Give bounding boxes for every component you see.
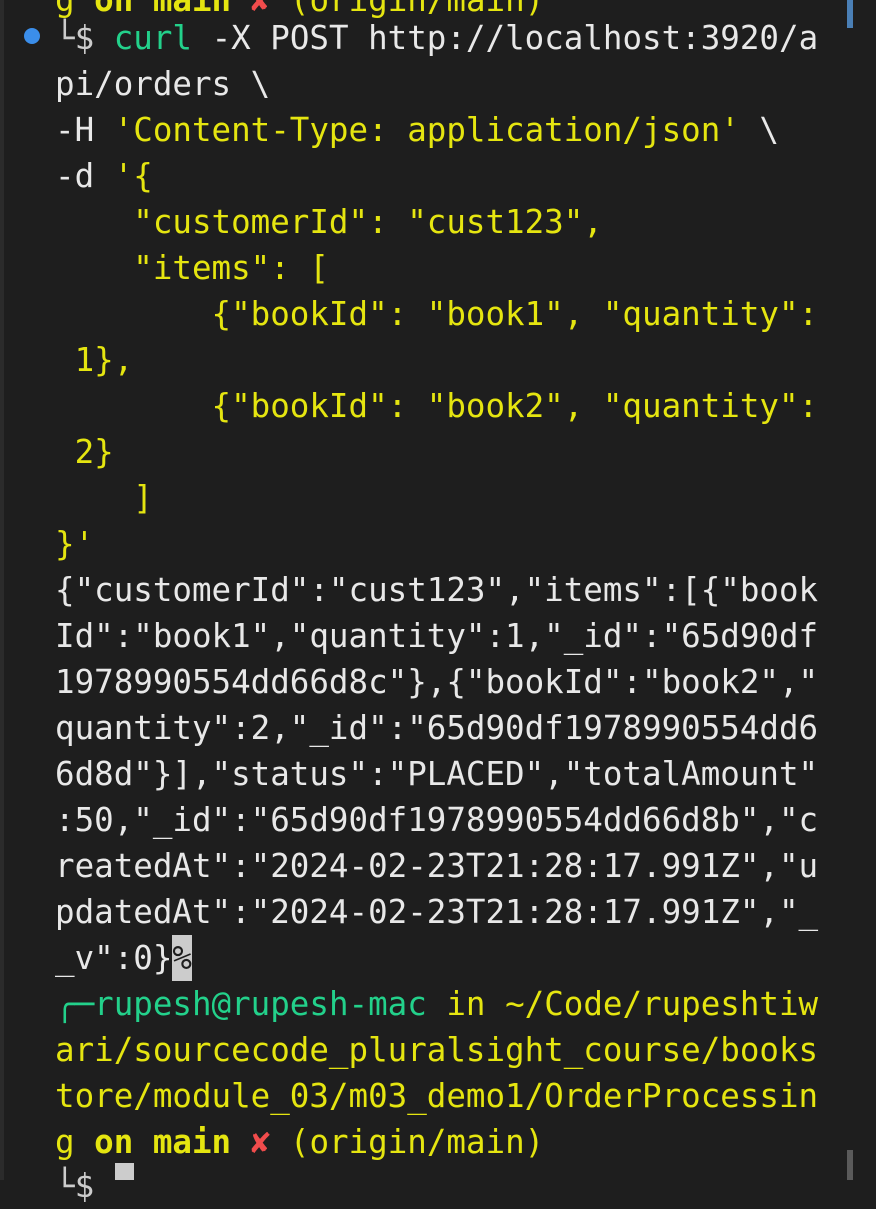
output-line: pdatedAt":"2024-02-23T21:28:17.991Z","_ [55,893,819,931]
command-decoration-dot[interactable] [24,28,40,44]
output-line: quantity":2,"_id":"65d90df1978990554dd6 [55,709,819,747]
output-line: Id":"book1","quantity":1,"_id":"65d90df [55,617,819,655]
command-line-11: ] [55,479,153,517]
command-line-2: pi/orders \ [55,65,271,103]
command-args: -X POST http://localhost:3920/a [192,19,819,57]
command-name: curl [113,19,192,57]
command-line-12: }' [55,525,95,563]
window-edge [0,0,4,1180]
command-line-4: -d '{ [55,157,153,195]
command-line-3: -H 'Content-Type: application/json' \ [55,111,779,149]
remote-branch: (origin/main) [289,1123,545,1161]
output-line: reatedAt":"2024-02-23T21:28:17.991Z","u [55,847,819,885]
in-keyword: in [426,985,506,1023]
text-cursor [115,1163,134,1180]
prompt-line-3: tore/module_03/m03_demo1/OrderProcessin [55,1077,819,1115]
output-line: :50,"_id":"65d90df1978990554dd66d8b","c [55,801,819,839]
prompt-corner: ╭─ [55,985,95,1023]
command-line-7: {"bookId": "book1", "quantity": [55,295,819,333]
terminal-window[interactable]: g on main ✘ (origin/main) └$ curl -X POS… [0,0,876,1205]
prompt-line-1: ╭─rupesh@rupesh-mac in ~/Code/rupeshtiw [55,981,818,1027]
command-line-8: 1}, [55,341,134,379]
command-line-5: "customerId": "cust123", [55,203,603,241]
command-line-1: └$ curl -X POST http://localhost:3920/a [55,15,818,61]
dirty-marker: ✘ [250,1123,271,1161]
command-line-9: {"bookId": "book2", "quantity": [55,387,819,425]
cwd-path: ~/Code/rupeshtiw [505,985,819,1023]
command-line-10: 2} [55,433,114,471]
command-line-6: "items": [ [55,249,329,287]
path-tail: g [55,1123,95,1161]
prompt-char: └$ [55,19,95,57]
prompt-line-2: ari/sourcecode_pluralsight_course/books [55,1031,819,1069]
on-keyword: on [94,1123,134,1161]
output-line: {"customerId":"cust123","items":[{"book [55,571,819,609]
output-line: 1978990554dd66d8c"},{"bookId":"book2"," [55,663,819,701]
no-newline-marker: % [172,935,192,981]
header-string: 'Content-Type: application/json' [113,111,740,149]
output-line-last: _v":0}% [55,935,192,981]
output-end: _v":0} [55,939,173,977]
prompt-char: └$ [55,1167,95,1205]
scrollbar-thumb[interactable] [847,1150,853,1180]
output-line: 6d8d"}],"status":"PLACED","totalAmount" [55,755,819,793]
prompt-line-4: g on main ✘ (origin/main) [55,1119,544,1165]
prompt-input-line[interactable]: └$ [55,1163,94,1209]
user-host: rupesh@rupesh-mac [94,985,427,1023]
scrollbar-mark[interactable] [847,0,853,28]
branch-name: main [152,1123,232,1161]
